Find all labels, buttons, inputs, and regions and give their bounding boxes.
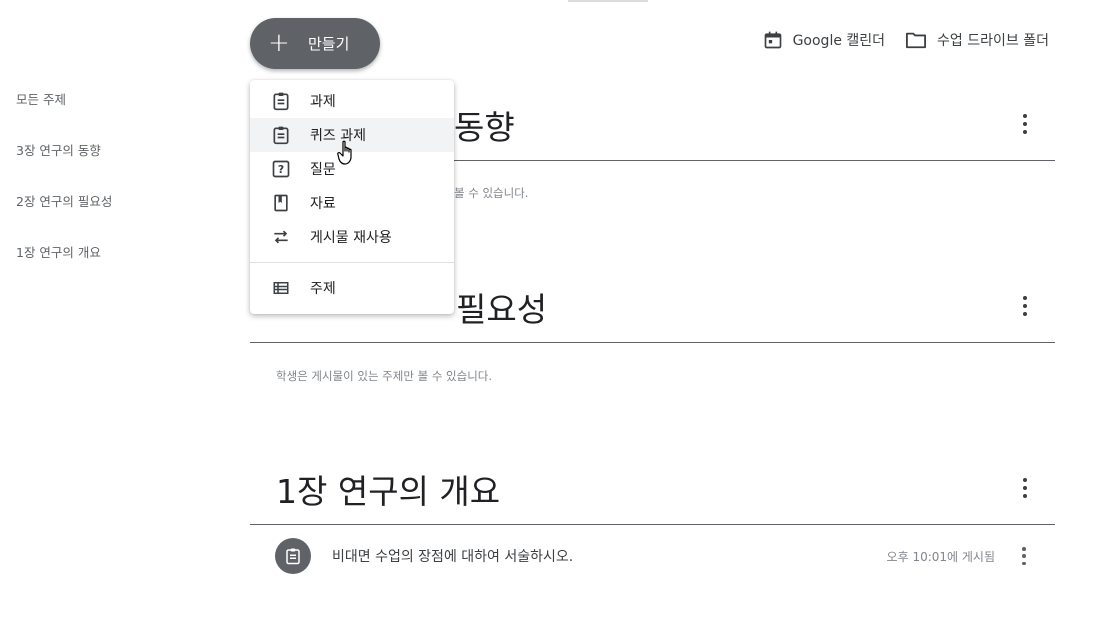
menu-divider xyxy=(250,262,454,263)
sidebar-item-all-topics[interactable]: 모든 주제 xyxy=(16,90,216,141)
folder-icon xyxy=(906,32,927,49)
material-icon xyxy=(270,192,292,214)
quiz-assignment-icon xyxy=(270,124,292,146)
calendar-icon xyxy=(764,31,781,49)
post-row[interactable]: 비대면 수업의 장점에 대하여 서술하시오. 오후 10:01에 게시됨 xyxy=(250,526,1055,586)
post-timestamp: 오후 10:01에 게시됨 xyxy=(886,549,995,564)
class-drive-folder-link[interactable]: 수업 드라이브 폴더 xyxy=(905,30,1049,50)
reuse-post-icon xyxy=(270,226,292,248)
menu-item-label: 질문 xyxy=(310,162,336,178)
menu-item-label: 게시물 재사용 xyxy=(310,230,392,246)
menu-item-assignment[interactable]: 과제 xyxy=(250,84,454,118)
create-menu: 과제 퀴즈 과제 ? 질문 자료 게시물 재사용 주제 xyxy=(250,80,454,314)
topic-sidebar: 모든 주제 3장 연구의 동향 2장 연구의 필요성 1장 연구의 개요 xyxy=(16,90,216,294)
sidebar-item-chapter1[interactable]: 1장 연구의 개요 xyxy=(16,243,216,294)
topic-divider xyxy=(250,342,1055,343)
google-calendar-link[interactable]: Google 캘린더 xyxy=(763,30,885,50)
plus-icon: + xyxy=(268,27,290,58)
drive-link-label: 수업 드라이브 폴더 xyxy=(937,33,1049,49)
assignment-icon xyxy=(275,538,311,574)
create-button[interactable]: + 만들기 xyxy=(250,18,380,69)
topic-divider xyxy=(250,524,1055,525)
hand-cursor-icon xyxy=(337,140,352,165)
question-icon: ? xyxy=(270,158,292,180)
topic-title: 필요성 xyxy=(456,290,548,329)
topic-title: 1장 연구의 개요 xyxy=(276,472,501,511)
assignment-icon xyxy=(270,90,292,112)
calendar-link-label: Google 캘린더 xyxy=(792,33,886,49)
menu-item-reuse-post[interactable]: 게시물 재사용 xyxy=(250,220,454,254)
post-title[interactable]: 비대면 수업의 장점에 대하여 서술하시오. xyxy=(332,546,573,566)
more-vert-icon[interactable] xyxy=(1020,547,1028,565)
menu-item-label: 과제 xyxy=(310,94,336,110)
menu-item-material[interactable]: 자료 xyxy=(250,186,454,220)
svg-text:?: ? xyxy=(278,163,284,176)
menu-item-label: 주제 xyxy=(310,281,336,297)
top-tab-indicator xyxy=(568,0,648,2)
menu-item-label: 자료 xyxy=(310,196,336,212)
classwork-page: + 만들기 Google 캘린더 수업 드라이브 폴더 모든 주제 3장 연구의… xyxy=(0,0,1095,624)
top-links: Google 캘린더 수업 드라이브 폴더 xyxy=(743,30,1049,50)
more-vert-icon[interactable] xyxy=(1021,296,1029,316)
sidebar-item-chapter3[interactable]: 3장 연구의 동향 xyxy=(16,141,216,192)
create-button-label: 만들기 xyxy=(308,35,350,53)
topic-note: 볼 수 있습니다. xyxy=(454,186,529,200)
more-vert-icon[interactable] xyxy=(1021,114,1029,134)
more-vert-icon[interactable] xyxy=(1021,478,1029,498)
topic-note: 학생은 게시물이 있는 주제만 볼 수 있습니다. xyxy=(276,369,493,383)
topic-title: 동향 xyxy=(454,108,515,147)
sidebar-item-chapter2[interactable]: 2장 연구의 필요성 xyxy=(16,192,216,243)
menu-item-topic[interactable]: 주제 xyxy=(250,271,454,305)
topic-icon xyxy=(270,277,292,299)
